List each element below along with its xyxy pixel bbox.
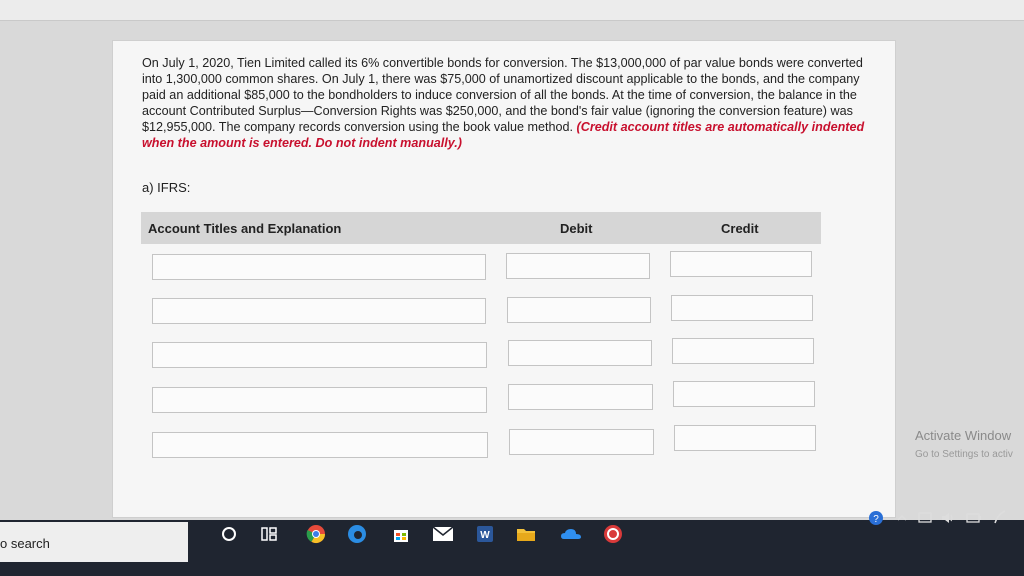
svg-text:W: W [480,530,490,541]
battery-icon[interactable] [966,512,982,527]
credit-input[interactable] [673,381,815,407]
file-explorer-icon[interactable] [515,523,537,545]
account-title-input[interactable] [152,342,487,368]
journal-table-header: Account Titles and Explanation Debit Cre… [141,212,821,244]
debit-input[interactable] [509,429,654,455]
browser-top-bar [0,0,1024,21]
chevron-up-icon[interactable] [896,512,908,527]
chrome-icon[interactable] [305,523,327,545]
activate-windows-title: Activate Window [915,428,1012,443]
debit-input[interactable] [507,297,651,323]
account-title-input[interactable] [152,254,486,280]
activate-windows-subtitle[interactable]: Go to Settings to activ [915,449,1013,460]
store-icon[interactable] [390,523,412,545]
debit-input[interactable] [508,340,652,366]
task-view-icon[interactable] [258,523,280,545]
debit-input[interactable] [506,253,650,279]
mail-icon[interactable] [432,523,454,545]
account-title-input[interactable] [152,387,487,413]
word-icon[interactable]: W [474,523,496,545]
credit-input[interactable] [670,251,812,277]
credit-input[interactable] [672,338,814,364]
taskbar-search-box[interactable]: o search [0,522,188,562]
column-header-debit: Debit [560,221,593,236]
section-label: a) IFRS: [142,180,191,195]
column-header-credit: Credit [721,221,759,236]
edge-icon[interactable] [346,523,368,545]
app-icon[interactable] [602,523,624,545]
debit-input[interactable] [508,384,653,410]
account-title-input[interactable] [152,432,488,458]
question-text: On July 1, 2020, Tien Limited called its… [142,55,882,152]
volume-icon[interactable] [940,511,956,528]
credit-input[interactable] [674,425,816,451]
network-icon[interactable] [918,511,932,528]
svg-text:?: ? [873,514,879,525]
help-icon[interactable]: ? [868,510,884,529]
cortana-icon[interactable] [218,523,240,545]
pen-icon[interactable] [992,508,1008,529]
onedrive-icon[interactable] [560,523,582,545]
credit-input[interactable] [671,295,813,321]
search-placeholder: o search [0,536,50,551]
account-title-input[interactable] [152,298,486,324]
column-header-account: Account Titles and Explanation [148,221,342,236]
